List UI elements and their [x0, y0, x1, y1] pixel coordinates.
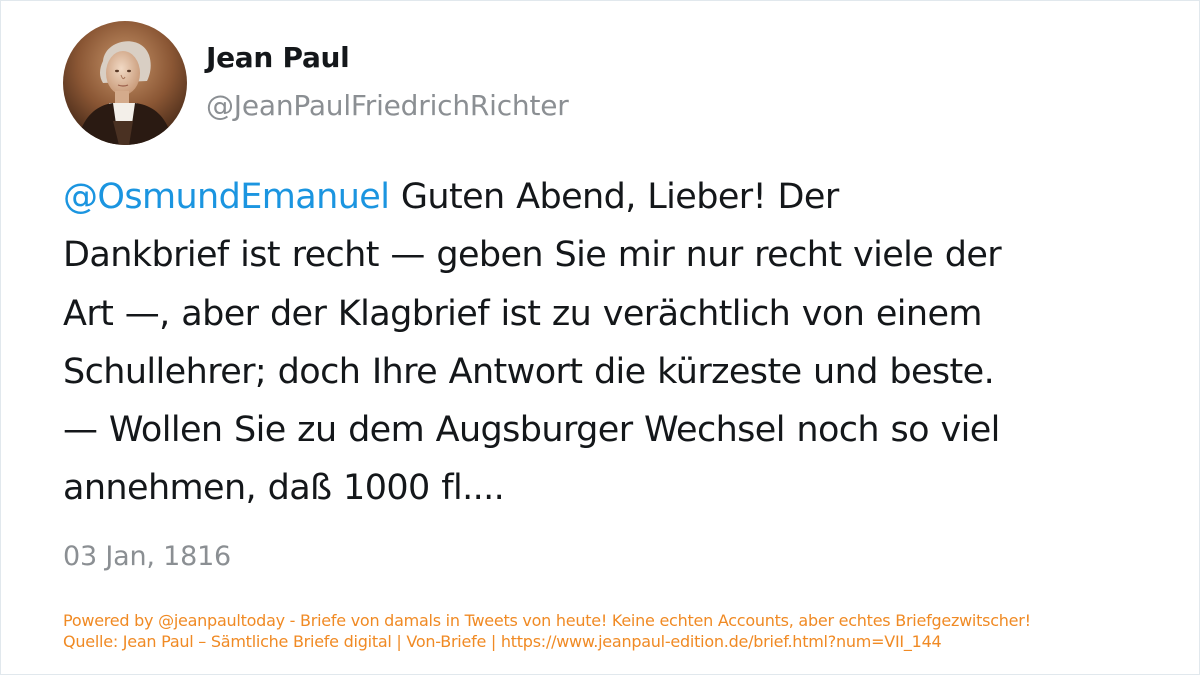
tweet-card: Jean Paul @JeanPaulFriedrichRichter @Osm…: [0, 0, 1200, 675]
mention-link[interactable]: @OsmundEmanuel: [63, 177, 390, 217]
tweet-line: — Wollen Sie zu dem Augsburger Wechsel n…: [63, 410, 1000, 451]
author-display-name[interactable]: Jean Paul: [206, 41, 350, 74]
author-handle[interactable]: @JeanPaulFriedrichRichter: [206, 89, 569, 122]
footer-powered-by: Powered by @jeanpaultoday - Briefe von d…: [63, 611, 1031, 630]
tweet-line-text: Guten Abend, Lieber! Der: [389, 177, 839, 217]
tweet-line: annehmen, daß 1000 fl....: [63, 468, 505, 509]
tweet-line: Dankbrief ist recht — geben Sie mir nur …: [63, 235, 1002, 276]
footer: Powered by @jeanpaultoday - Briefe von d…: [63, 610, 1031, 652]
tweet-line: Schullehrer; doch Ihre Antwort die kürze…: [63, 351, 995, 392]
tweet-line: Art —, aber der Klagbrief ist zu verächt…: [63, 293, 982, 334]
tweet-line: @OsmundEmanuel Guten Abend, Lieber! Der: [63, 168, 1153, 226]
avatar[interactable]: [63, 21, 187, 145]
portrait-avatar-icon: [63, 21, 187, 145]
tweet-text: @OsmundEmanuel Guten Abend, Lieber! Der …: [63, 168, 1153, 518]
footer-source: Quelle: Jean Paul – Sämtliche Briefe dig…: [63, 632, 942, 651]
tweet-date[interactable]: 03 Jan, 1816: [63, 541, 231, 572]
